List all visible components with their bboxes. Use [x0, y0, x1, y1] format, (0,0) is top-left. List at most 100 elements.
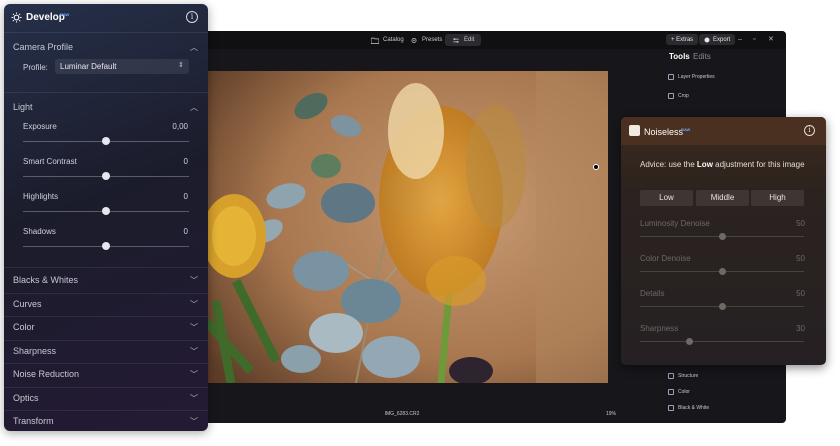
presets-tab[interactable]: Presets — [410, 34, 442, 46]
noiseless-panel: Noiseless RAW i Advice: use the Low adju… — [621, 117, 826, 365]
crop-icon — [668, 93, 674, 99]
tool-label: Black & White — [678, 405, 710, 411]
maximize-icon[interactable]: ▫ — [753, 35, 755, 44]
section-label: Noise Reduction — [13, 369, 80, 379]
zoom-level[interactable]: 19% — [606, 411, 616, 417]
high-button[interactable]: High — [751, 190, 804, 206]
slider-handle[interactable] — [718, 232, 726, 240]
slider-track[interactable] — [640, 302, 804, 310]
tools-tab[interactable]: Tools — [669, 52, 690, 61]
tool-label: Crop — [678, 93, 689, 99]
slider-handle[interactable] — [102, 137, 110, 145]
slider-track[interactable] — [640, 267, 804, 275]
minimize-icon[interactable]: – — [738, 35, 742, 44]
layers-icon — [668, 74, 674, 80]
info-icon[interactable]: i — [804, 125, 815, 136]
top-toolbar: Catalog Presets Edit + Extras Export – ▫… — [196, 31, 786, 49]
chevron-down-icon: ﹀ — [190, 393, 198, 403]
tool-label: Layer Properties — [678, 74, 715, 80]
file-name: IMG_6283.CR2 — [384, 411, 420, 417]
section-noise-reduction[interactable]: Noise Reduction ﹀ — [4, 363, 208, 385]
edit-label: Edit — [464, 37, 475, 43]
slider-label: Exposure — [23, 122, 57, 131]
chevron-up-icon: ︿ — [190, 43, 198, 52]
section-label: Transform — [13, 416, 54, 426]
camera-profile-header[interactable]: Camera Profile ︿ — [4, 36, 208, 58]
folder-icon — [371, 37, 379, 44]
slider-handle[interactable] — [718, 302, 726, 310]
slider-label: Luminosity Denoise — [640, 219, 710, 228]
noiseless-icon — [629, 125, 640, 136]
extras-button[interactable]: + Extras — [666, 34, 699, 45]
slider-handle[interactable] — [102, 172, 110, 180]
export-label: Export — [713, 36, 731, 43]
photo-canvas[interactable] — [206, 71, 608, 383]
slider-handle[interactable] — [102, 207, 110, 215]
raw-badge: RAW — [681, 127, 691, 132]
slider-handle[interactable] — [102, 242, 110, 250]
black-white-icon — [668, 405, 674, 411]
slider-track[interactable] — [640, 232, 804, 240]
low-button[interactable]: Low — [640, 190, 693, 206]
color-icon — [668, 389, 674, 395]
tool-color[interactable]: Color — [668, 389, 690, 395]
section-transform[interactable]: Transform ﹀ — [4, 410, 208, 431]
presets-icon — [411, 37, 417, 43]
section-label: Optics — [13, 392, 39, 403]
chevron-down-icon: ﹀ — [190, 276, 198, 285]
section-blacks-whites[interactable]: Blacks & Whites ﹀ — [4, 269, 208, 291]
slider-value: 50 — [796, 254, 805, 263]
divider — [4, 267, 208, 268]
catalog-label: Catalog — [383, 37, 404, 43]
profile-value: Luminar Default — [60, 62, 117, 71]
section-label: Color — [13, 322, 35, 332]
raw-badge: RAW — [60, 12, 70, 17]
slider-label: Highlights — [23, 192, 59, 201]
export-button[interactable]: Export — [699, 34, 736, 45]
section-optics[interactable]: Optics ﹀ — [4, 387, 208, 409]
info-icon[interactable]: i — [186, 11, 198, 23]
middle-button[interactable]: Middle — [696, 190, 749, 206]
section-curves[interactable]: Curves ﹀ — [4, 293, 208, 315]
structure-icon — [668, 373, 674, 379]
slider-label: Color Denoise — [640, 254, 691, 263]
light-header[interactable]: Light ︿ — [4, 96, 208, 118]
profile-select[interactable]: Luminar Default ⇕ — [55, 59, 189, 74]
edit-tab[interactable]: Edit — [445, 34, 482, 46]
profile-label: Profile: — [23, 63, 48, 72]
slider-label: Details — [640, 289, 665, 298]
noiseless-title: Noiseless — [644, 127, 684, 137]
section-label: Light — [13, 102, 33, 112]
tool-structure[interactable]: Structure — [668, 373, 698, 379]
close-icon[interactable]: ✕ — [768, 35, 774, 44]
tool-crop[interactable]: Crop — [668, 93, 689, 99]
divider — [4, 32, 208, 33]
slider-track[interactable] — [640, 337, 804, 345]
tool-label: Color — [678, 389, 690, 395]
edits-tab[interactable]: Edits — [693, 52, 711, 61]
mouse-cursor — [593, 164, 599, 170]
section-label: Camera Profile — [13, 42, 74, 52]
slider-handle[interactable] — [718, 267, 726, 275]
section-sharpness[interactable]: Sharpness ﹀ — [4, 340, 208, 362]
slider-track[interactable] — [23, 242, 189, 250]
section-label: Blacks & Whites — [13, 275, 79, 285]
slider-value: 50 — [796, 289, 805, 298]
divider — [4, 92, 208, 93]
advice-level: Low — [696, 160, 713, 169]
slider-track[interactable] — [23, 172, 189, 180]
develop-panel: Develop RAW i Camera Profile ︿ Profile: … — [4, 4, 208, 431]
slider-track[interactable] — [23, 137, 189, 145]
section-label: Curves — [13, 298, 42, 309]
catalog-tab[interactable]: Catalog — [371, 34, 404, 46]
slider-track[interactable] — [23, 207, 189, 215]
slider-handle[interactable] — [685, 337, 693, 345]
advice-prefix: Advice: use the — [640, 160, 697, 169]
tool-black-white[interactable]: Black & White — [668, 405, 709, 411]
tool-label: Structure — [678, 373, 699, 379]
export-icon — [704, 37, 710, 42]
tool-layer-properties[interactable]: Layer Properties — [668, 74, 715, 80]
chevron-down-icon: ﹀ — [190, 417, 198, 426]
section-color[interactable]: Color ﹀ — [4, 316, 208, 338]
slider-value: 0 — [183, 227, 188, 236]
